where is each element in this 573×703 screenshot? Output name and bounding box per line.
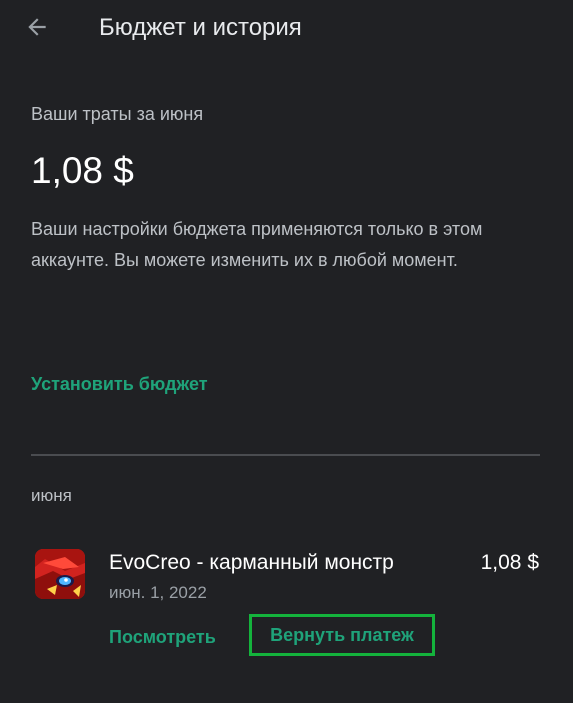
divider — [31, 454, 540, 456]
item-name: EvoCreo - карманный монстр — [109, 551, 394, 574]
refund-button-label: Вернуть платеж — [270, 624, 414, 645]
set-budget-button[interactable]: Установить бюджет — [31, 374, 208, 395]
spending-label: Ваши траты за июня — [31, 104, 204, 124]
item-date: июн. 1, 2022 — [109, 583, 207, 602]
view-button[interactable]: Посмотреть — [109, 627, 216, 648]
item-price: 1,08 $ — [480, 551, 539, 574]
back-button[interactable] — [18, 10, 56, 48]
spending-amount: 1,08 $ — [31, 150, 134, 191]
arrow-left-icon — [24, 14, 50, 45]
refund-button[interactable]: Вернуть платеж — [249, 614, 435, 656]
top-app-bar: Бюджет и история — [0, 0, 573, 58]
evocreo-app-icon[interactable] — [35, 549, 85, 599]
page-title: Бюджет и история — [99, 14, 302, 41]
month-header: июня — [31, 486, 72, 505]
budget-note: Ваши настройки бюджета применяются тольк… — [31, 219, 483, 270]
